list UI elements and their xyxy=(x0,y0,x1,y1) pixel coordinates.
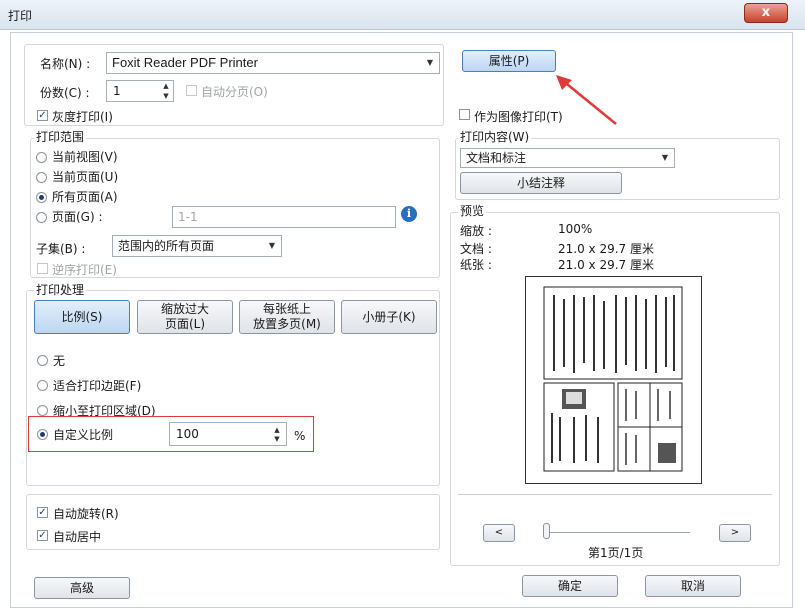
scale-none-radio[interactable] xyxy=(37,355,48,366)
print-handling-title: 打印处理 xyxy=(34,281,87,298)
page-indicator: 第1页/1页 xyxy=(588,546,644,560)
grayscale-label: 灰度打印(I) xyxy=(52,110,113,124)
chevron-down-icon: ▼ xyxy=(661,153,668,162)
range-current-view-label: 当前视图(V) xyxy=(52,150,118,164)
print-content-value: 文档和标注 xyxy=(466,151,527,165)
shrink-to-area-radio[interactable] xyxy=(37,405,48,416)
zoom-value: 100% xyxy=(558,222,593,236)
multi-line-2: 放置多页(M) xyxy=(253,317,321,331)
pages-input[interactable]: 1-1 xyxy=(172,206,396,228)
custom-scale-radio[interactable] xyxy=(37,429,48,440)
range-pages-radio[interactable] xyxy=(36,212,47,223)
print-content-select[interactable]: 文档和标注 ▼ xyxy=(460,148,675,168)
pages-input-value: 1-1 xyxy=(178,210,198,224)
next-page-button[interactable]: > xyxy=(719,524,751,542)
subset-label: 子集(B) : xyxy=(36,242,86,256)
multiple-pages-button[interactable]: 每张纸上 放置多页(M) xyxy=(239,300,335,334)
auto-center-label: 自动居中 xyxy=(53,530,102,544)
range-pages-label: 页面(G) : xyxy=(52,210,103,224)
percent-sign: % xyxy=(294,429,306,443)
page-slider-track[interactable] xyxy=(548,532,690,533)
auto-rotate-label: 自动旋转(R) xyxy=(53,507,119,521)
properties-button[interactable]: 属性(P) xyxy=(462,50,556,72)
paper-size-label: 纸张 : xyxy=(460,258,492,272)
printer-select-value: Foxit Reader PDF Printer xyxy=(112,55,258,70)
spin-down-icon[interactable]: ▼ xyxy=(161,92,171,100)
scale-button[interactable]: 比例(S) xyxy=(34,300,130,334)
copies-value: 1 xyxy=(113,84,121,98)
multi-line-1: 每张纸上 xyxy=(262,302,311,316)
print-as-image-label: 作为图像打印(T) xyxy=(474,110,563,124)
copies-stepper[interactable]: 1 ▲ ▼ xyxy=(106,80,174,102)
custom-scale-stepper[interactable]: 100 ▲ ▼ xyxy=(169,422,287,446)
chevron-down-icon: ▼ xyxy=(268,241,275,250)
preview-title: 预览 xyxy=(458,202,487,219)
printer-select[interactable]: Foxit Reader PDF Printer ▼ xyxy=(106,52,440,74)
fit-margins-label: 适合打印边距(F) xyxy=(53,379,142,393)
info-icon[interactable]: i xyxy=(401,206,417,222)
summarize-comments-button[interactable]: 小结注释 xyxy=(460,172,622,194)
subset-select-value: 范围内的所有页面 xyxy=(118,239,215,253)
auto-rotate-checkbox[interactable]: ✓ xyxy=(37,507,48,518)
title-bar xyxy=(0,0,805,30)
reverse-print-label: 逆序打印(E) xyxy=(52,263,117,277)
ok-button[interactable]: 确定 xyxy=(522,575,618,597)
collate-label: 自动分页(O) xyxy=(201,85,268,99)
print-content-title: 打印内容(W) xyxy=(458,128,532,145)
shrink-oversized-button[interactable]: 缩放过大 页面(L) xyxy=(137,300,233,334)
copies-label: 份数(C) : xyxy=(40,86,90,100)
preview-page xyxy=(525,276,702,484)
spin-down-icon[interactable]: ▼ xyxy=(272,435,282,443)
doc-size-label: 文档 : xyxy=(460,242,492,256)
booklet-button[interactable]: 小册子(K) xyxy=(341,300,437,334)
close-button[interactable]: x xyxy=(744,3,788,23)
custom-scale-value: 100 xyxy=(176,427,199,441)
print-as-image-checkbox[interactable] xyxy=(459,109,470,120)
chevron-down-icon: ▼ xyxy=(426,58,433,67)
document-thumbnail-icon xyxy=(543,286,683,472)
page-slider-thumb[interactable] xyxy=(543,523,550,539)
collate-checkbox[interactable] xyxy=(186,85,197,96)
cancel-button[interactable]: 取消 xyxy=(645,575,741,597)
shrink-line-2: 页面(L) xyxy=(164,317,206,331)
auto-center-checkbox[interactable]: ✓ xyxy=(37,530,48,541)
paper-size-value: 21.0 x 29.7 厘米 xyxy=(558,258,654,272)
range-all-pages-radio[interactable] xyxy=(36,192,47,203)
doc-size-value: 21.0 x 29.7 厘米 xyxy=(558,242,654,256)
scale-none-label: 无 xyxy=(53,354,66,368)
zoom-label: 缩放 : xyxy=(460,224,492,238)
window-title: 打印 xyxy=(8,9,33,23)
shrink-line-1: 缩放过大 xyxy=(160,302,209,316)
prev-page-button[interactable]: < xyxy=(483,524,515,542)
subset-select[interactable]: 范围内的所有页面 ▼ xyxy=(112,235,282,257)
grayscale-checkbox[interactable]: ✓ xyxy=(37,110,48,121)
printer-name-label: 名称(N) : xyxy=(40,57,91,71)
spin-up-icon[interactable]: ▲ xyxy=(161,82,171,90)
reverse-print-checkbox[interactable] xyxy=(37,263,48,274)
preview-divider xyxy=(458,494,772,495)
advanced-button[interactable]: 高级 xyxy=(34,577,130,599)
custom-scale-label: 自定义比例 xyxy=(53,428,114,442)
range-current-view-radio[interactable] xyxy=(36,152,47,163)
fit-margins-radio[interactable] xyxy=(37,380,48,391)
print-range-title: 打印范围 xyxy=(34,128,87,145)
spin-up-icon[interactable]: ▲ xyxy=(272,426,282,434)
range-all-pages-label: 所有页面(A) xyxy=(52,190,118,204)
range-current-page-radio[interactable] xyxy=(36,172,47,183)
range-current-page-label: 当前页面(U) xyxy=(52,170,119,184)
